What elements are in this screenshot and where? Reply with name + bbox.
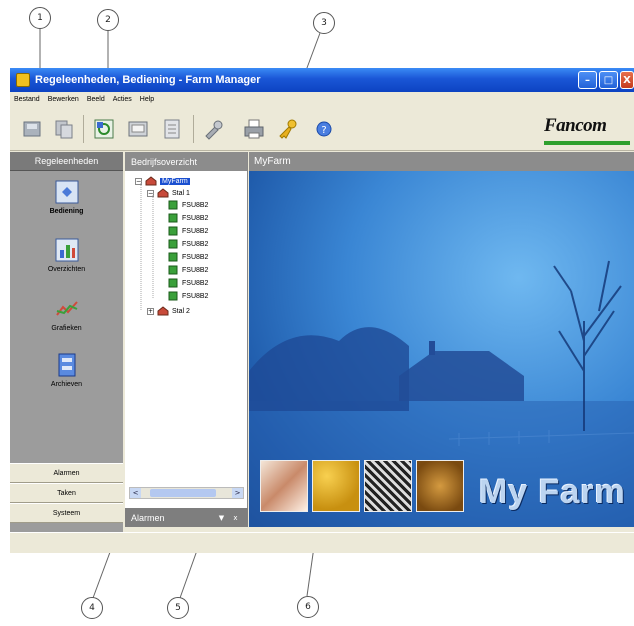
toolbar: ? Fancom <box>10 107 634 151</box>
scroll-thumb[interactable] <box>150 489 216 497</box>
left-panel-header: Regeleenheden <box>10 152 123 171</box>
keys-icon[interactable] <box>274 115 302 143</box>
overview-icon <box>55 238 79 262</box>
piglet-photo <box>260 460 308 512</box>
tools-icon[interactable] <box>200 115 228 143</box>
main-panel: MyFarm My Farm <box>249 152 634 527</box>
potatoes-photo <box>416 460 464 512</box>
menu-beeld[interactable]: Beeld <box>87 96 105 103</box>
close-button[interactable]: X <box>620 71 634 89</box>
main-panel-header: MyFarm <box>249 152 634 171</box>
scroll-left-icon[interactable]: < <box>130 488 141 498</box>
app-icon <box>16 73 30 87</box>
screen-icon[interactable] <box>124 115 152 143</box>
callout-5: 5 <box>167 597 189 619</box>
nav-label-bediening: Bediening <box>49 208 84 215</box>
report-icon[interactable] <box>158 115 186 143</box>
callout-2: 2 <box>97 9 119 31</box>
callout-3: 3 <box>313 12 335 34</box>
seeds-photo <box>364 460 412 512</box>
graph-icon <box>55 297 79 321</box>
nav-label-overzichten: Overzichten <box>47 266 86 273</box>
control-icon <box>55 180 79 204</box>
nav-label-grafieken: Grafieken <box>51 325 82 332</box>
nav-label-archieven: Archieven <box>50 381 83 388</box>
nav-item-bediening[interactable]: Bediening <box>10 180 123 215</box>
scroll-right-icon[interactable]: > <box>232 488 243 498</box>
status-bar <box>10 532 634 553</box>
alarm-dropdown-icon[interactable]: ▼ <box>217 513 226 522</box>
help-icon[interactable]: ? <box>310 115 338 143</box>
svg-text:?: ? <box>321 125 326 136</box>
menu-bestand[interactable]: Bestand <box>14 96 40 103</box>
fancom-logo: Fancom <box>544 115 630 145</box>
app-window: Regeleenheden, Bediening - Farm Manager … <box>10 68 634 553</box>
callout-1: 1 <box>29 7 51 29</box>
callout-4: 4 <box>81 597 103 619</box>
photo-strip <box>260 460 464 512</box>
nav-item-overzichten[interactable]: Overzichten <box>10 238 123 273</box>
title-bar[interactable]: Regeleenheden, Bediening - Farm Manager … <box>10 68 634 92</box>
tab-systeem[interactable]: Systeem <box>10 503 123 523</box>
tree-horizontal-scrollbar[interactable]: < > <box>129 487 244 499</box>
left-panel: Regeleenheden Bediening Overzichten Graf… <box>10 152 123 532</box>
sync-icon[interactable] <box>90 115 118 143</box>
menu-bewerken[interactable]: Bewerken <box>48 96 79 103</box>
maximize-button[interactable]: □ <box>599 71 618 89</box>
window-title: Regeleenheden, Bediening - Farm Manager <box>35 74 261 86</box>
copy-icon[interactable] <box>50 115 78 143</box>
menu-help[interactable]: Help <box>140 96 154 103</box>
archive-icon <box>55 353 79 377</box>
menu-bar: Bestand Bewerken Beeld Acties Help <box>10 92 634 107</box>
nav-item-archieven[interactable]: Archieven <box>10 353 123 388</box>
alarm-bar-title: Alarmen <box>131 512 165 523</box>
tab-taken[interactable]: Taken <box>10 483 123 503</box>
myfarm-splash-image: My Farm <box>249 171 634 527</box>
splash-title: My Farm <box>479 473 626 511</box>
print-icon[interactable] <box>240 115 268 143</box>
menu-acties[interactable]: Acties <box>113 96 132 103</box>
callout-6: 6 <box>297 596 319 618</box>
nav-item-grafieken[interactable]: Grafieken <box>10 297 123 332</box>
tree-panel: Bedrijfsoverzicht − MyFarm − Stal 1 FSU8… <box>125 152 248 527</box>
tab-alarmen[interactable]: Alarmen <box>10 463 123 483</box>
tree-panel-header: Bedrijfsoverzicht <box>125 152 247 171</box>
tree-guide-lines <box>140 181 154 311</box>
alarm-bar: Alarmen ▼ x <box>125 508 248 527</box>
save-icon[interactable] <box>18 115 46 143</box>
minimize-button[interactable]: – <box>578 71 597 89</box>
alarm-close-icon[interactable]: x <box>231 513 240 522</box>
grain-photo <box>312 460 360 512</box>
